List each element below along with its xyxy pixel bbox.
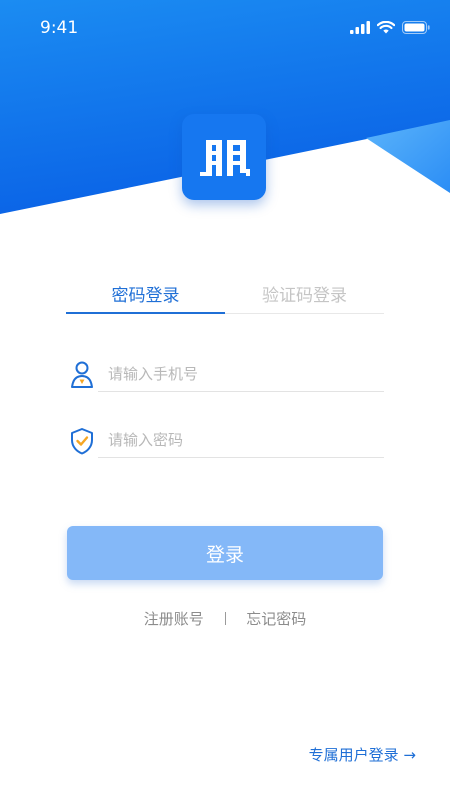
tab-password-login[interactable]: 密码登录 — [66, 280, 225, 314]
password-input-underline — [98, 457, 384, 458]
password-field — [66, 422, 384, 462]
status-bar: 9:41 — [0, 0, 450, 56]
password-input[interactable] — [100, 422, 384, 458]
phone-field — [66, 356, 384, 396]
battery-icon — [402, 19, 430, 38]
register-link[interactable]: 注册账号 — [144, 608, 204, 629]
status-icons — [350, 19, 430, 38]
signal-icon — [350, 19, 370, 38]
login-method-tabs: 密码登录 验证码登录 — [66, 280, 384, 314]
app-logo — [182, 114, 266, 200]
phone-input-underline — [98, 391, 384, 392]
forgot-password-link[interactable]: 忘记密码 — [246, 608, 306, 629]
links-divider — [224, 612, 226, 625]
tab-sms-code-login[interactable]: 验证码登录 — [225, 280, 384, 314]
user-icon — [68, 360, 96, 390]
exclusive-user-login-link[interactable]: 专属用户登录 → — [309, 744, 416, 765]
wifi-icon — [376, 19, 396, 38]
status-time: 9:41 — [40, 18, 79, 38]
phone-input[interactable] — [100, 356, 384, 392]
login-button[interactable]: 登录 — [67, 526, 383, 580]
shield-icon — [68, 426, 96, 456]
account-links: 注册账号 忘记密码 — [0, 608, 450, 629]
